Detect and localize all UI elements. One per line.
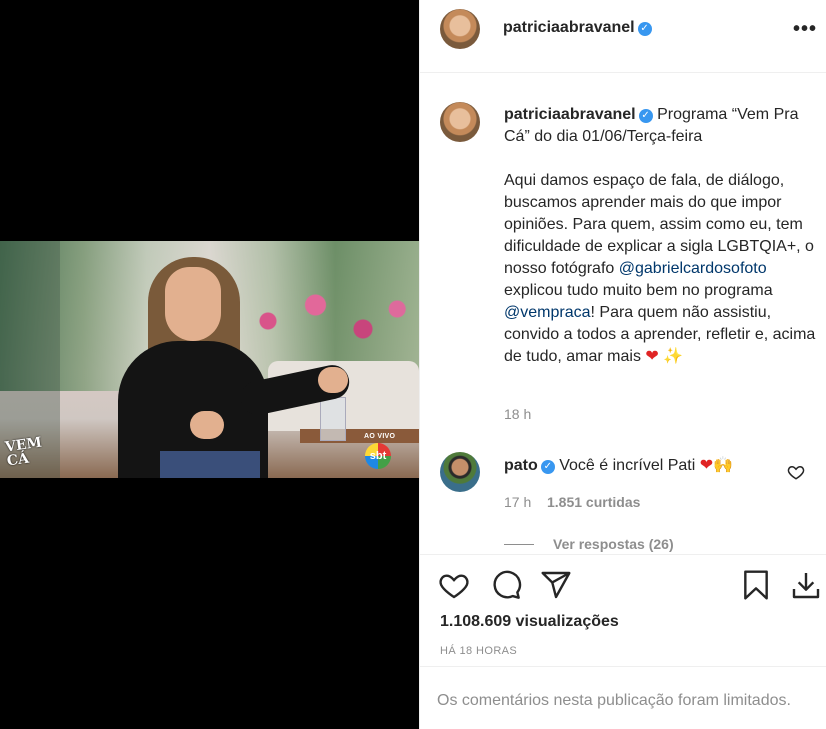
media-pane: VEM CÁ AO VIVO sbt xyxy=(0,0,419,729)
verified-icon: ✓ xyxy=(638,109,653,123)
replies-divider xyxy=(504,544,534,545)
network-logo: sbt xyxy=(365,443,391,469)
more-options-icon[interactable]: ••• xyxy=(793,18,817,41)
avatar[interactable] xyxy=(440,452,480,492)
post-panel: patriciaabravanel ✓ ••• patriciaabravanel… xyxy=(419,0,826,729)
comments-list[interactable]: patriciaabravanel ✓ Programa “Vem Pra Cá”… xyxy=(420,74,826,554)
comment-likes[interactable]: 1.851 curtidas xyxy=(547,494,640,510)
heart-emoji: ❤ xyxy=(645,348,659,365)
comments-limited-notice: Os comentários nesta publicação foram li… xyxy=(420,666,826,729)
caption-username[interactable]: patriciaabravanel xyxy=(504,106,636,123)
video-player[interactable]: VEM CÁ AO VIVO sbt xyxy=(0,241,419,478)
comment-time[interactable]: 17 h xyxy=(504,494,531,510)
presenter-jeans xyxy=(160,451,260,478)
sparkles-emoji: ✨ xyxy=(663,348,684,365)
mention-link[interactable]: @vempraca xyxy=(504,304,591,321)
comment: pato ✓ Você é incrível Pati ❤🙌 xyxy=(504,455,819,477)
live-label: AO VIVO xyxy=(364,433,396,440)
view-replies-link[interactable]: Ver respostas (26) xyxy=(553,536,674,552)
presenter-face xyxy=(165,267,221,341)
heart-emoji: ❤ xyxy=(699,457,714,474)
table xyxy=(300,429,419,443)
verified-icon: ✓ xyxy=(637,22,652,36)
glass xyxy=(320,397,346,441)
like-comment-icon[interactable] xyxy=(787,463,805,481)
raised-hands-emoji: 🙌 xyxy=(713,457,734,474)
presenter-hand xyxy=(318,367,348,393)
download-icon[interactable] xyxy=(790,569,822,601)
posted-time[interactable]: HÁ 18 HORAS xyxy=(440,645,517,657)
post-header: patriciaabravanel ✓ ••• xyxy=(420,0,826,73)
presenter-hand xyxy=(190,411,224,439)
share-icon[interactable] xyxy=(540,569,572,601)
comment-username[interactable]: pato xyxy=(504,457,538,474)
action-bar: 1.108.609 visualizações HÁ 18 HORAS xyxy=(420,554,826,666)
caption-body: Aqui damos espaço de fala, de diálogo, b… xyxy=(504,170,819,368)
like-icon[interactable] xyxy=(438,569,470,601)
caption-time[interactable]: 18 h xyxy=(504,406,531,422)
author-name[interactable]: patriciaabravanel ✓ xyxy=(503,19,652,37)
comment-text: Você é incrível Pati xyxy=(559,457,696,474)
verified-icon: ✓ xyxy=(540,460,555,474)
view-count[interactable]: 1.108.609 visualizações xyxy=(440,613,619,631)
avatar[interactable] xyxy=(440,9,480,49)
author-username[interactable]: patriciaabravanel xyxy=(503,19,635,36)
mention-link[interactable]: @gabrielcardosofoto xyxy=(619,260,767,277)
caption-text: explicou tudo muito bem no programa xyxy=(504,282,773,299)
flowers xyxy=(230,281,419,361)
save-icon[interactable] xyxy=(740,569,772,601)
comment-icon[interactable] xyxy=(490,569,522,601)
avatar[interactable] xyxy=(440,102,480,142)
caption: patriciaabravanel ✓ Programa “Vem Pra Cá”… xyxy=(504,104,819,368)
